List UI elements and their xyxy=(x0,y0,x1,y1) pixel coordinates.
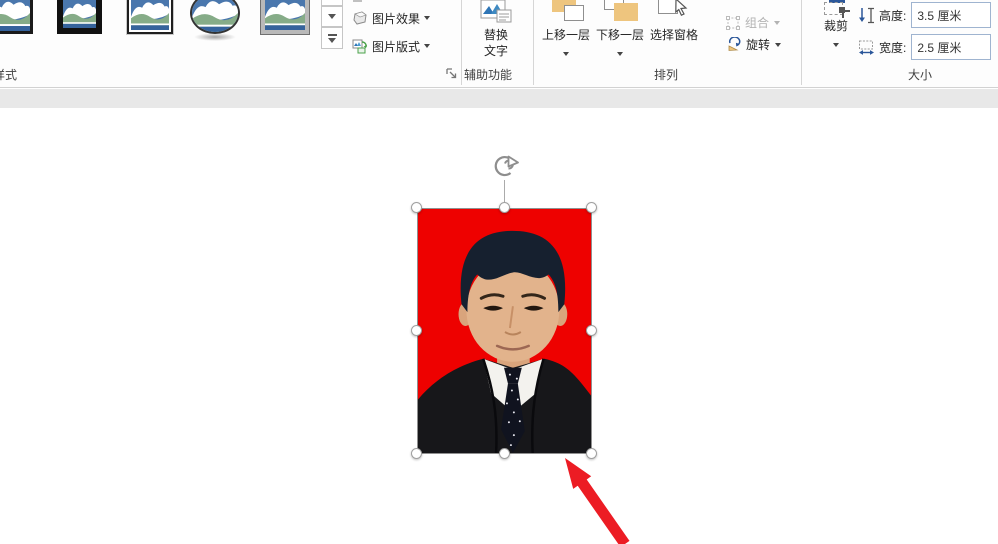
oval-shadow xyxy=(194,33,236,41)
group-separator xyxy=(533,0,534,85)
group-caret-icon xyxy=(774,20,781,25)
id-photo-portrait xyxy=(418,209,591,453)
rotate-handle-stem xyxy=(504,180,505,203)
send-backward-icon xyxy=(600,0,640,24)
crop-button[interactable]: 裁剪 xyxy=(812,0,860,48)
gallery-scrollbar xyxy=(321,0,343,50)
selection-pane-icon xyxy=(654,0,694,24)
ribbon-picture-tools: 图片效果 图片版式 样式 xyxy=(0,0,998,88)
picture-layout-icon xyxy=(352,39,367,54)
picture-style-thumbnail-2[interactable] xyxy=(57,0,102,34)
picture-effects-label: 图片效果 xyxy=(372,11,421,26)
size-group-label: 大小 xyxy=(908,68,933,82)
bring-forward-icon xyxy=(546,0,586,24)
alt-text-label-line1: 替换 xyxy=(483,28,508,42)
resize-handle-top-right[interactable] xyxy=(586,202,597,213)
picture-style-thumbnail-3[interactable] xyxy=(126,0,174,35)
group-separator xyxy=(801,0,802,85)
rotate-handle[interactable] xyxy=(491,152,519,180)
resize-handle-middle-left[interactable] xyxy=(411,325,422,336)
picture-effects-button[interactable]: 图片效果 xyxy=(352,7,431,29)
rotate-label: 旋转 xyxy=(746,38,771,52)
crop-caret-icon xyxy=(833,43,839,48)
bring-forward-label: 上移一层 xyxy=(541,28,590,42)
accessibility-group-label: 辅助功能 xyxy=(464,68,513,82)
resize-handle-middle-right[interactable] xyxy=(586,325,597,336)
selected-picture-id-photo[interactable] xyxy=(417,208,592,454)
width-input[interactable] xyxy=(911,34,992,60)
resize-handle-bottom-left[interactable] xyxy=(411,448,422,459)
picture-style-thumbnail-1[interactable] xyxy=(0,0,33,34)
scroll-down-icon xyxy=(328,14,336,19)
send-backward-label: 下移一层 xyxy=(595,28,644,42)
app-window: 图片效果 图片版式 样式 xyxy=(0,0,998,544)
group-button[interactable]: 组合 xyxy=(726,14,781,31)
alt-text-icon xyxy=(480,0,512,23)
resize-handle-bottom-right[interactable] xyxy=(586,448,597,459)
width-icon xyxy=(859,40,874,55)
styles-dialog-launcher-icon[interactable] xyxy=(445,67,459,81)
alt-text-label-line2: 文字 xyxy=(483,44,508,58)
styles-group-label: 样式 xyxy=(0,68,18,82)
rotate-objects-icon xyxy=(728,37,741,51)
bring-forward-button[interactable]: 上移一层 xyxy=(540,0,592,57)
rotate-caret-icon xyxy=(775,42,782,47)
crop-label: 裁剪 xyxy=(823,19,848,33)
picture-border-remnant xyxy=(353,0,362,2)
picture-style-thumbnail-5[interactable] xyxy=(260,0,310,35)
height-row: 高度: xyxy=(858,2,992,28)
width-row: 宽度: xyxy=(858,34,992,60)
selection-pane-label: 选择窗格 xyxy=(649,28,698,42)
picture-layout-caret-icon xyxy=(424,44,431,48)
crop-icon xyxy=(821,0,851,18)
picture-effects-caret-icon xyxy=(424,16,431,20)
gallery-more-button[interactable] xyxy=(321,27,343,49)
selection-pane-button[interactable]: 选择窗格 xyxy=(648,0,700,43)
height-input[interactable] xyxy=(911,2,992,28)
send-backward-button[interactable]: 下移一层 xyxy=(594,0,646,57)
picture-layout-label: 图片版式 xyxy=(372,39,421,54)
height-icon xyxy=(859,7,874,23)
picture-layout-button[interactable]: 图片版式 xyxy=(352,35,431,57)
resize-handle-bottom-center[interactable] xyxy=(499,448,510,459)
gallery-more-icon xyxy=(327,33,337,43)
oval-picture xyxy=(190,0,240,34)
picture-effects-icon xyxy=(353,11,367,25)
send-backward-caret-icon xyxy=(617,51,623,56)
resize-handle-top-center[interactable] xyxy=(499,202,510,213)
height-label: 高度: xyxy=(879,8,907,23)
arrange-group-label: 排列 xyxy=(654,68,679,82)
bring-forward-caret-icon xyxy=(563,51,569,56)
gallery-scroll-down-button[interactable] xyxy=(321,6,343,27)
ribbon-bottom-strip xyxy=(0,89,998,108)
resize-handle-top-left[interactable] xyxy=(411,202,422,213)
rotate-button[interactable]: 旋转 xyxy=(726,36,782,53)
group-label: 组合 xyxy=(745,16,770,30)
picture-style-thumbnail-oval[interactable] xyxy=(190,0,240,41)
group-icon xyxy=(726,15,740,30)
alt-text-button[interactable]: 替换 文字 xyxy=(460,0,532,59)
width-label: 宽度: xyxy=(879,40,907,55)
